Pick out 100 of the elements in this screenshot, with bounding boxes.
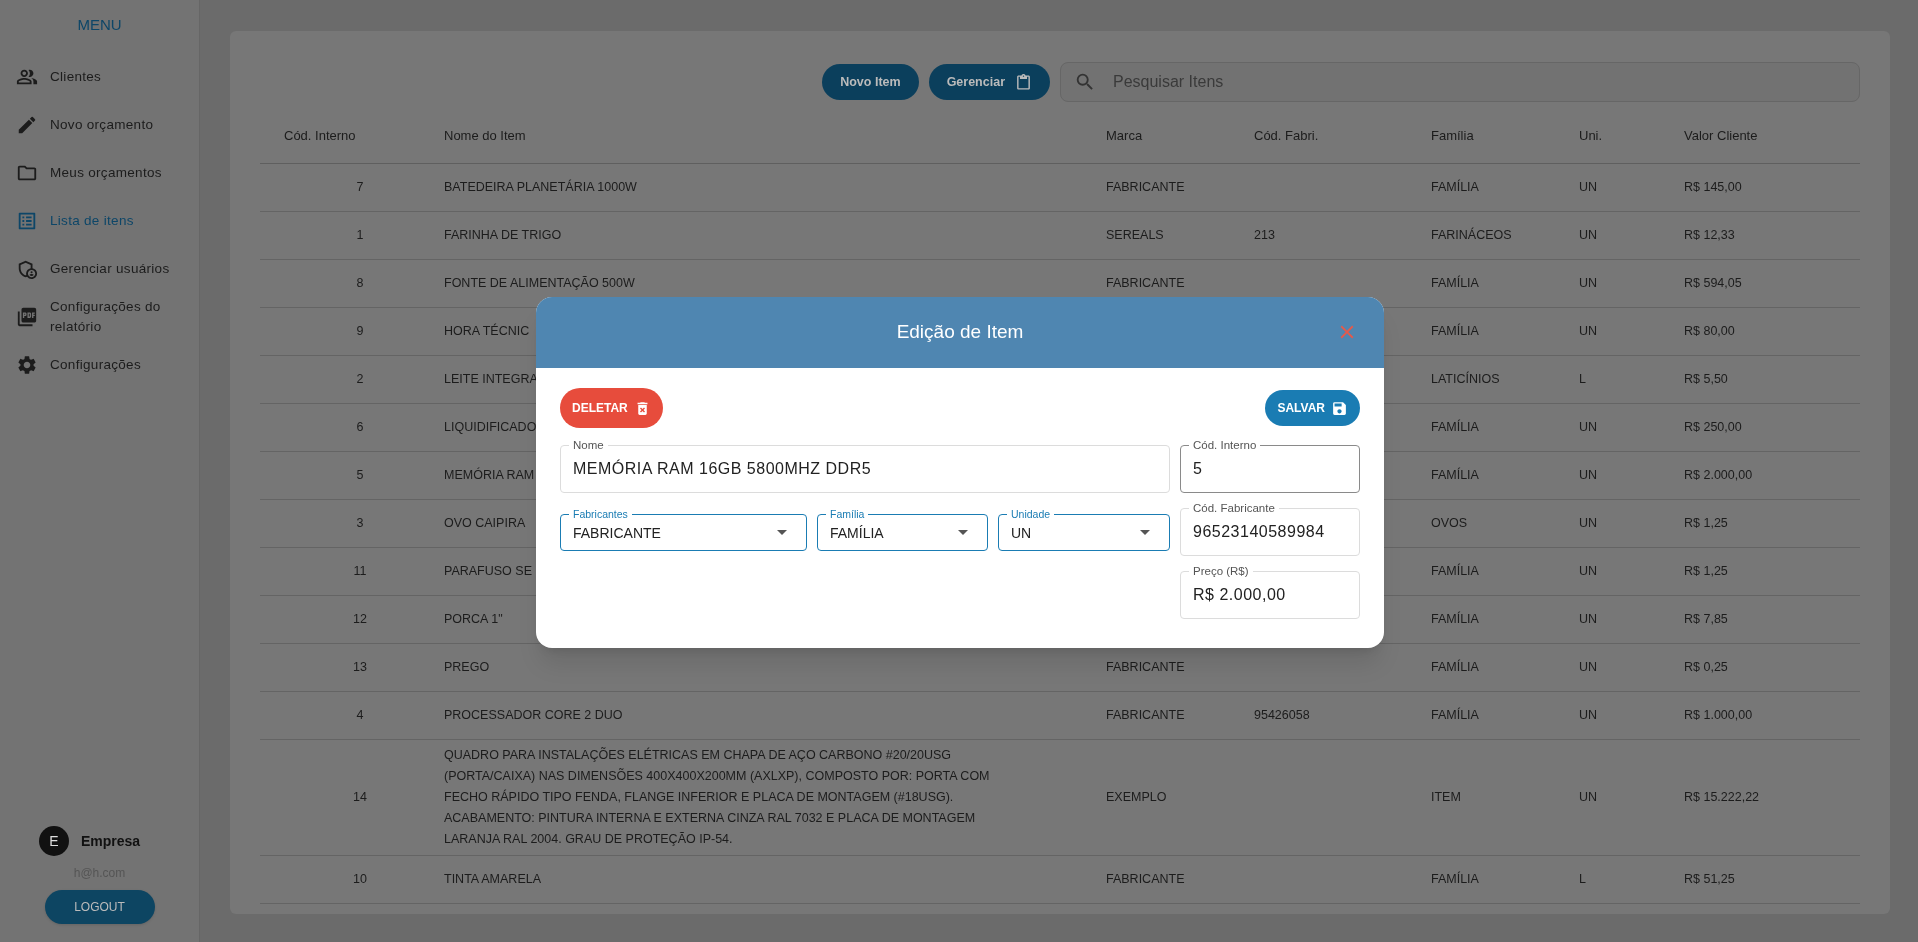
table-cell-text: L (1579, 371, 1587, 389)
table-cell-text: OVOS (1431, 515, 1469, 533)
table-cell-text: 13 (353, 659, 367, 677)
table-cell-text: FABRICANTE (1106, 707, 1186, 725)
table-cell-text: UN (1579, 659, 1599, 677)
nav-item[interactable]: Meus orçamentos (0, 148, 199, 197)
nav-item[interactable]: Clientes (0, 52, 199, 101)
field-label: Nome (569, 438, 608, 452)
column-header: Uni. (1579, 126, 1604, 145)
table-cell-text: PROCESSADOR CORE 2 DUO (444, 707, 623, 724)
table-cell-text: FAMÍLIA (1431, 322, 1480, 341)
table-cell-text: BATEDEIRA PLANETÁRIA 1000W (444, 178, 637, 196)
table-cell-text: FAMÍLIA (1431, 466, 1480, 485)
table-cell-text: R$ 1.000,00 (1684, 707, 1754, 725)
table-cell-text: R$ 12,33 (1684, 227, 1736, 245)
table-cell-text: 2 (356, 371, 364, 389)
table-cell-text: PREGO (444, 659, 490, 676)
logout-button[interactable]: LOGOUT (44, 890, 155, 924)
table-cell-text: UN (1579, 467, 1599, 485)
field-label: Fabricantes (569, 507, 632, 521)
table-cell-text: LIQUIDIFICADO (444, 419, 537, 436)
nav-item[interactable]: Gerenciar usuários (0, 244, 199, 293)
search-field[interactable]: Pesquisar Itens (1060, 62, 1860, 102)
table-cell-text: 1 (356, 227, 364, 245)
nav-item[interactable]: Configurações (0, 340, 199, 389)
table-cell-text: R$ 250,00 (1684, 419, 1743, 437)
table-cell-text: FARINÁCEOS (1431, 226, 1513, 245)
table-cell-text: FAMÍLIA (1431, 562, 1480, 581)
column-header: Marca (1106, 126, 1144, 145)
table-cell-text: PARAFUSO SE (444, 563, 532, 580)
table-cell-text: EXEMPLO (1106, 789, 1168, 807)
table-cell-text: FAMÍLIA (1431, 178, 1480, 197)
table-cell-text: 95426058 (1254, 707, 1311, 725)
table-cell-text: UN (1579, 179, 1599, 197)
new-item-button[interactable]: Novo Item (822, 64, 919, 100)
column-header: Nome do Item (444, 126, 527, 145)
table-cell-text: 8 (356, 275, 364, 293)
table-cell-text: FABRICANTE (1106, 871, 1186, 889)
field-label: Preço (R$) (1189, 564, 1253, 578)
table-cell-text: FABRICANTE (1106, 179, 1186, 197)
field-value: 96523140589984 (1193, 522, 1326, 542)
search-icon (1074, 71, 1096, 93)
table-cell-text: FABRICANTE (1106, 275, 1186, 293)
table-cell-text: 4 (356, 707, 364, 725)
table-cell-text: 14 (353, 789, 367, 807)
table-cell-text: 9 (356, 323, 364, 341)
table-cell-text: FONTE DE ALIMENTAÇÃO 500W (444, 275, 635, 292)
table-cell-text: MEMÓRIA RAM (444, 466, 535, 484)
avatar: E (38, 826, 69, 856)
field-value: FAMÍLIA (830, 524, 885, 543)
table-cell-text: UN (1579, 227, 1599, 245)
table-cell-text: FAMÍLIA (1431, 658, 1480, 677)
table-cell-text: FAMÍLIA (1431, 274, 1480, 293)
save-icon (1331, 399, 1348, 417)
menu-title: MENU (76, 15, 123, 35)
table-cell-text: FABRICANTE (1106, 659, 1186, 677)
table-cell-text: R$ 1,25 (1684, 563, 1729, 581)
table-cell-text: 10 (353, 871, 367, 889)
table-cell-text: HORA TÉCNIC (444, 322, 530, 340)
table-cell-text: FARINHA DE TRIGO (444, 227, 562, 244)
pdf-icon (16, 305, 38, 328)
field-label: Cód. Fabricante (1189, 501, 1279, 515)
dialog-title: Edição de Item (896, 320, 1024, 345)
table-cell-text: R$ 7,85 (1684, 611, 1729, 629)
manage-button[interactable]: Gerenciar (928, 64, 1050, 100)
table-cell-text: 6 (356, 419, 364, 437)
table-cell-text: R$ 2.000,00 (1684, 467, 1754, 485)
table-cell-text: 12 (353, 611, 367, 629)
table-cell-text: QUADRO PARA INSTALAÇÕES ELÉTRICAS EM CHAPA DE AÇO CARBONO #20/20USG (PORTA/CAIXA) NAS DIMENSÕES 400X400X200MM (AXLXP), COMPOSTO POR: PORTA COM FECHO RÁPIDO TIPO FENDA, FLANGE INFERIOR E PLACA DE MONTAGEM (#18USG). ACABAMENTO: PINTURA INTERNA E EXTERNA CINZA RAL 7032 E PLACA DE MONTAGEM LARANJA RAL 2004. GRAU DE PROTEÇÃO IP-54. (444, 746, 991, 848)
table-cell-text: LATICÍNIOS (1431, 370, 1501, 389)
table-cell-text: LEITE INTEGRA (444, 371, 538, 388)
table-cell-text: FAMÍLIA (1431, 706, 1480, 725)
table-cell-text: UN (1579, 789, 1599, 807)
save-button[interactable]: SALVAR (1265, 390, 1360, 426)
field-label: Cód. Interno (1189, 438, 1261, 452)
table-cell-text: UN (1579, 419, 1599, 437)
dropdown-arrow-icon (958, 530, 968, 535)
table-cell-text: R$ 5,50 (1684, 371, 1729, 389)
table-cell-text: R$ 145,00 (1684, 179, 1743, 197)
table-cell-text: 5 (356, 467, 364, 485)
nav-item[interactable]: Configurações do relatório (0, 292, 199, 341)
nav-item[interactable]: Novo orçamento (0, 100, 199, 149)
table-cell-text: UN (1579, 275, 1599, 293)
table-cell-text: SEREALS (1106, 227, 1165, 245)
table-cell-text: OVO CAIPIRA (444, 515, 526, 532)
delete-button[interactable]: DELETAR (560, 388, 663, 428)
table-cell-text: R$ 80,00 (1684, 323, 1736, 341)
table-cell-text: R$ 594,05 (1684, 275, 1743, 293)
table-cell-text: 3 (356, 515, 364, 533)
user-name: Empresa (80, 831, 141, 851)
table-cell-text: R$ 1,25 (1684, 515, 1729, 533)
column-header: Cód. Fabri. (1254, 126, 1320, 145)
table-cell-text: 11 (353, 563, 367, 581)
column-header: Valor Cliente (1684, 126, 1759, 145)
field-value: FABRICANTE (573, 524, 662, 543)
field-value: R$ 2.000,00 (1193, 585, 1287, 605)
table-cell-text: R$ 15.222,22 (1684, 789, 1761, 807)
table-cell-text: PORCA 1" (444, 611, 503, 628)
table-cell-text: FAMÍLIA (1431, 870, 1480, 889)
clipboard-icon (1015, 73, 1032, 91)
